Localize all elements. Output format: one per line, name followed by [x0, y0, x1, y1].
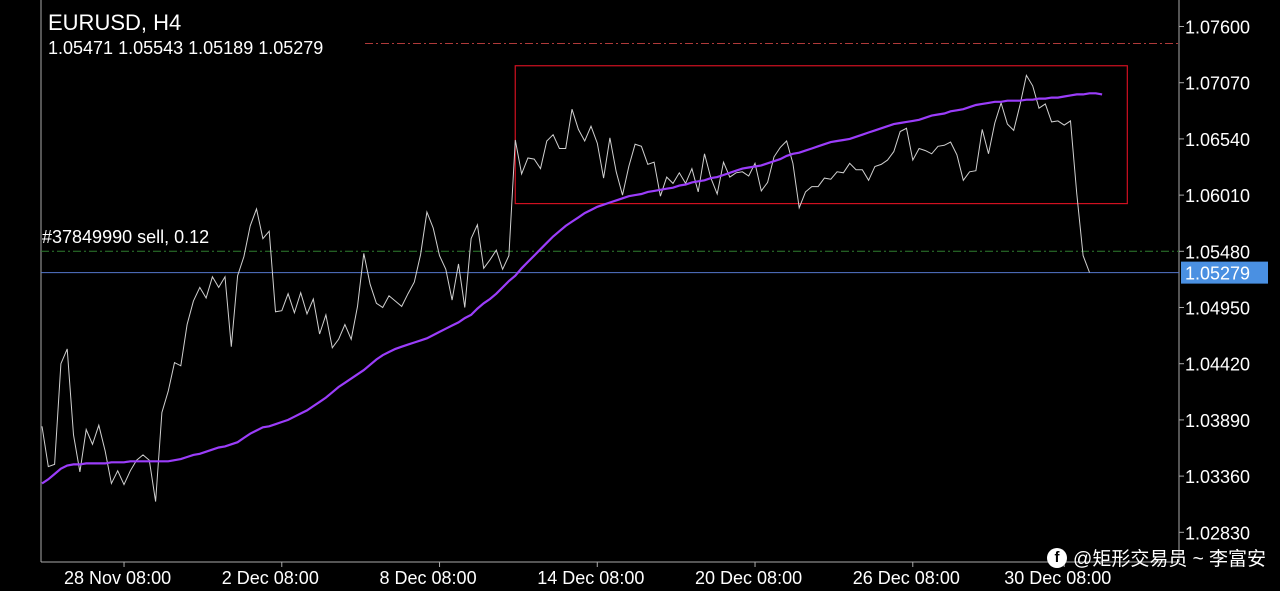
- y-tick-label: 1.05480: [1185, 242, 1250, 262]
- y-tick-label: 1.06010: [1185, 186, 1250, 206]
- y-tick-label: 1.04420: [1185, 355, 1250, 375]
- price-series-line: [41, 73, 1090, 502]
- moving-average-line: [41, 92, 1103, 485]
- ohlc-readout: 1.05471 1.05543 1.05189 1.05279: [48, 38, 324, 58]
- y-tick-label: 1.03890: [1185, 411, 1250, 431]
- x-tick-label: 2 Dec 08:00: [222, 568, 319, 588]
- x-tick-label: 30 Dec 08:00: [1004, 568, 1111, 588]
- watermark-text: @矩形交易员 ~ 李富安: [1073, 549, 1266, 570]
- x-tick-label: 26 Dec 08:00: [853, 568, 960, 588]
- y-tick-label: 1.03360: [1185, 467, 1250, 487]
- x-tick-label: 20 Dec 08:00: [695, 568, 802, 588]
- y-tick-label: 1.07600: [1185, 18, 1250, 38]
- facebook-icon: f: [1047, 547, 1068, 568]
- y-tick-label: 1.06540: [1185, 130, 1250, 150]
- symbol-title: EURUSD, H4: [48, 10, 182, 35]
- y-tick-label: 1.02830: [1185, 523, 1250, 543]
- watermark: f @矩形交易员 ~ 李富安: [1047, 544, 1266, 571]
- x-tick-label: 8 Dec 08:00: [380, 568, 477, 588]
- current-price-label: 1.05279: [1185, 264, 1250, 284]
- price-chart[interactable]: 1.07600 1.07070 1.06540 1.06010 1.05480 1.049…: [0, 0, 1280, 591]
- y-tick-label: 1.07070: [1185, 74, 1250, 94]
- x-tick-label: 14 Dec 08:00: [537, 568, 644, 588]
- x-tick-label: 28 Nov 08:00: [64, 568, 171, 588]
- y-tick-label: 1.04950: [1185, 299, 1250, 319]
- order-label[interactable]: #37849990 sell, 0.12: [42, 227, 209, 248]
